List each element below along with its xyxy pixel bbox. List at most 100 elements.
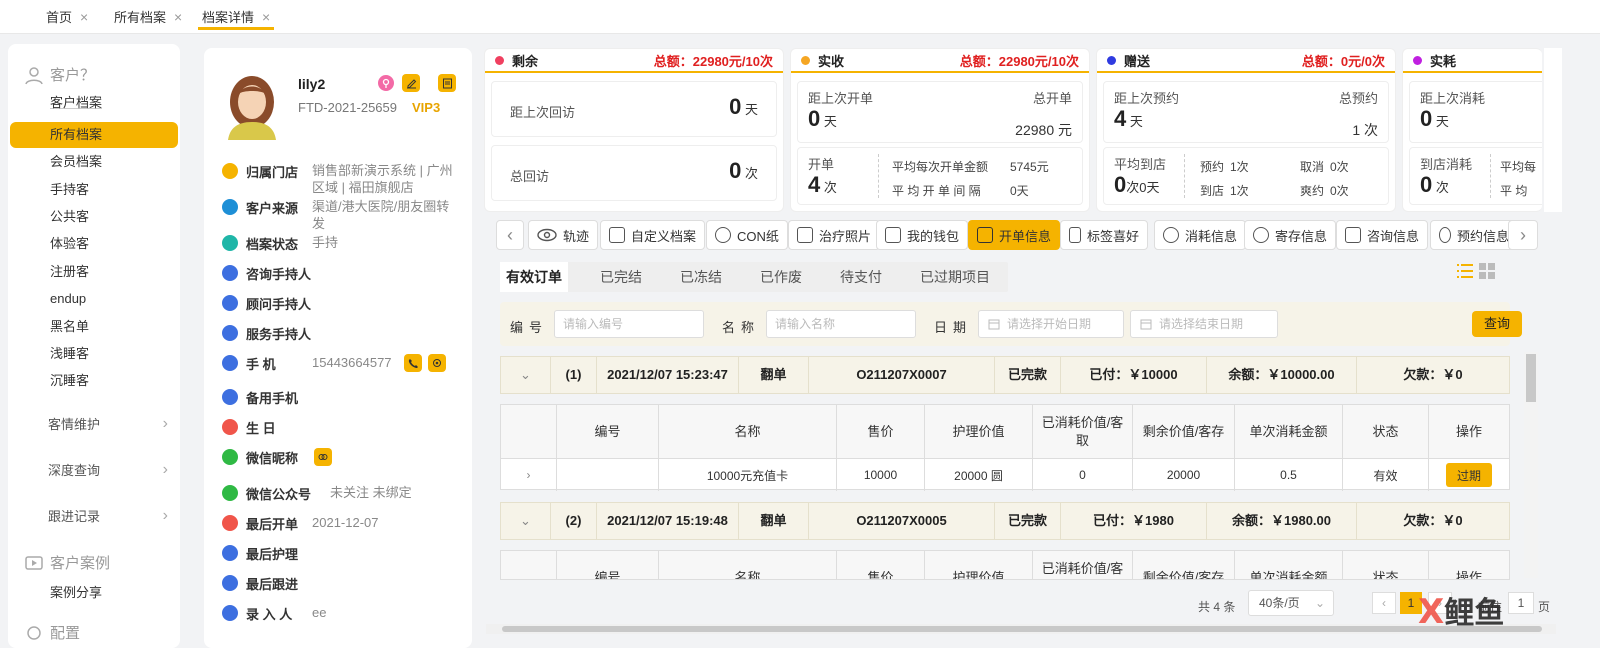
order-row[interactable]: ⌄ (2) 2021/12/07 15:19:48 翻单 O211207X000… bbox=[500, 502, 1510, 540]
female-icon bbox=[378, 75, 394, 91]
tab-pending-payment[interactable]: 待支付 bbox=[840, 262, 882, 292]
field-advisor-holder: 顾问手持人 bbox=[212, 294, 464, 313]
close-icon[interactable]: × bbox=[80, 9, 88, 25]
sidebar-item-case-share[interactable]: 案例分享 bbox=[10, 580, 178, 606]
wechat-button[interactable] bbox=[314, 448, 332, 466]
toolbar-label: 标签喜好 bbox=[1087, 228, 1140, 244]
eye-icon bbox=[537, 228, 557, 242]
sidebar-item-trial[interactable]: 体验客 bbox=[10, 231, 178, 257]
scroll-thumb[interactable] bbox=[502, 626, 1542, 632]
note-button[interactable] bbox=[438, 74, 456, 92]
toolbar-consult-info[interactable]: 咨询信息 bbox=[1336, 220, 1429, 250]
field-label: 录 入 人 bbox=[246, 607, 293, 622]
toolbar-treatment-photos[interactable]: 治疗照片 bbox=[788, 220, 881, 250]
sidebar-group-deep-query[interactable]: 深度查询 › bbox=[48, 460, 168, 479]
tab-label: 所有档案 bbox=[114, 10, 167, 25]
sidebar-item-all-files[interactable]: 所有档案 bbox=[10, 122, 178, 148]
toolbar-deposit-info[interactable]: 寄存信息 bbox=[1244, 220, 1337, 250]
toolbar-custom-file[interactable]: 自定义档案 bbox=[600, 220, 706, 250]
end-date-input[interactable]: 请选择结束日期 bbox=[1130, 310, 1278, 338]
customer-code: FTD-2021-25659 bbox=[298, 100, 397, 115]
sidebar-item-registered[interactable]: 注册客 bbox=[10, 259, 178, 285]
order-number-link[interactable]: O211207X0007 bbox=[809, 357, 995, 393]
name-input[interactable]: 请输入名称 bbox=[766, 310, 916, 338]
query-button[interactable]: 查询 bbox=[1472, 311, 1522, 337]
tab-home[interactable]: 首页 × bbox=[46, 6, 88, 30]
edit-button[interactable] bbox=[402, 74, 420, 92]
order-items-table: 编号 名称 售价 护理价值 已消耗价值/客取 剩余价值/客存 单次消耗金额 状态… bbox=[500, 404, 1510, 491]
table-header: 编号 bbox=[557, 551, 659, 579]
field-label: 备用手机 bbox=[246, 391, 299, 406]
horizontal-scrollbar[interactable] bbox=[486, 624, 1556, 634]
prev-page-button[interactable]: ‹ bbox=[1372, 592, 1396, 614]
tab-all-files[interactable]: 所有档案 × bbox=[114, 6, 182, 30]
person-icon bbox=[222, 265, 238, 281]
detail-toolbar: ‹ 轨迹 自定义档案 CON纸 治疗照片 我的钱包 开单信息 标签喜好 消耗信息… bbox=[492, 218, 1550, 252]
sidebar-item-member-files[interactable]: 会员档案 bbox=[10, 149, 178, 175]
chevron-down-icon[interactable]: ⌄ bbox=[501, 357, 551, 393]
field-wechat-official: 微信公众号 未关注 未绑定 bbox=[212, 484, 464, 503]
toolbar-wallet[interactable]: 我的钱包 bbox=[876, 220, 969, 250]
toolbar-trajectory[interactable]: 轨迹 bbox=[528, 220, 599, 250]
page-size-select[interactable]: 40条/页 ⌄ bbox=[1248, 590, 1334, 616]
tab-valid-orders[interactable]: 有效订单 bbox=[500, 262, 568, 292]
tab-completed[interactable]: 已完结 bbox=[600, 262, 642, 292]
toolbar-consume-info[interactable]: 消耗信息 bbox=[1154, 220, 1247, 250]
toolbar-con-paper[interactable]: CON纸 bbox=[706, 220, 788, 250]
toolbar-appointment-info[interactable]: 预约信息 bbox=[1430, 220, 1518, 250]
close-icon[interactable]: × bbox=[262, 9, 270, 25]
tab-file-detail[interactable]: 档案详情 × bbox=[198, 6, 275, 30]
order-row[interactable]: ⌄ (1) 2021/12/07 15:23:47 翻单 O211207X000… bbox=[500, 356, 1510, 394]
toolbar-tags[interactable]: 标签喜好 bbox=[1060, 220, 1149, 250]
tab-voided[interactable]: 已作废 bbox=[760, 262, 802, 292]
toolbar-order-info[interactable]: 开单信息 bbox=[968, 220, 1061, 250]
table-header: 剩余价值/客存 bbox=[1133, 551, 1235, 579]
sms-button[interactable] bbox=[427, 354, 446, 372]
tab-expired[interactable]: 已过期项目 bbox=[920, 262, 990, 292]
sidebar-item-public[interactable]: 公共客 bbox=[10, 204, 178, 230]
stat-label: 到店消耗 bbox=[1420, 157, 1473, 172]
order-items-table: 编号 名称 售价 护理价值 已消耗价值/客取 剩余价值/客存 单次消耗金额 状态… bbox=[500, 550, 1510, 580]
stat-label: 爽约 bbox=[1300, 184, 1325, 198]
smile-icon bbox=[1253, 227, 1269, 243]
jump-page-input[interactable]: 1 bbox=[1508, 592, 1534, 614]
sidebar-item-light-sleep[interactable]: 浅睡客 bbox=[10, 341, 178, 367]
stat-value: 0次 bbox=[1330, 184, 1349, 198]
wechat-icon bbox=[222, 485, 238, 501]
field-value: ee bbox=[312, 605, 327, 620]
chevron-right-icon[interactable]: › bbox=[501, 459, 557, 491]
item-no bbox=[557, 459, 659, 491]
sidebar-item-customer-files[interactable]: 客户档案 bbox=[10, 90, 178, 116]
chevron-down-icon[interactable]: ⌄ bbox=[501, 503, 551, 539]
field-value: 15443664577 bbox=[312, 355, 392, 370]
toolbar-prev-button[interactable]: ‹ bbox=[496, 220, 524, 250]
tab-frozen[interactable]: 已冻结 bbox=[680, 262, 722, 292]
expire-button[interactable]: 过期 bbox=[1446, 463, 1492, 487]
order-number-link[interactable]: O211207X0005 bbox=[809, 503, 995, 539]
sidebar-group-care[interactable]: 客情维护 › bbox=[48, 414, 168, 433]
order-debt: 欠款：￥0 bbox=[1403, 367, 1463, 382]
field-label: 生 日 bbox=[246, 421, 276, 436]
close-icon[interactable]: × bbox=[174, 9, 182, 25]
scroll-thumb[interactable] bbox=[1526, 354, 1536, 402]
card-remaining: 剩余 总额：22980元/10次 距上次回访 0 天 总回访 0 次 bbox=[484, 48, 784, 212]
field-label: 手 机 bbox=[246, 357, 276, 372]
person-icon bbox=[222, 605, 238, 621]
stat-value: 0 bbox=[1114, 172, 1127, 197]
sidebar-group-followup[interactable]: 跟进记录 › bbox=[48, 506, 168, 525]
field-service-holder: 服务手持人 bbox=[212, 324, 464, 343]
card-total: 总额：22980元/10次 bbox=[959, 53, 1079, 69]
toolbar-next-button[interactable]: › bbox=[1508, 220, 1538, 250]
sidebar-item-endup[interactable]: endup bbox=[10, 286, 178, 312]
sidebar-item-deep-sleep[interactable]: 沉睡客 bbox=[10, 368, 178, 394]
stat-value: 0次 bbox=[1330, 160, 1349, 174]
vertical-scrollbar[interactable] bbox=[1524, 352, 1538, 578]
order-balance: 余额：￥10000.00 bbox=[1207, 357, 1357, 393]
sidebar-item-blacklist[interactable]: 黑名单 bbox=[10, 314, 178, 340]
list-view-icon[interactable] bbox=[1456, 262, 1474, 280]
grid-view-icon[interactable] bbox=[1478, 262, 1496, 280]
field-last-care: 最后护理 bbox=[212, 544, 464, 563]
sidebar-item-holding[interactable]: 手持客 bbox=[10, 177, 178, 203]
order-no-input[interactable]: 请输入编号 bbox=[554, 310, 704, 338]
call-button[interactable] bbox=[403, 354, 422, 372]
